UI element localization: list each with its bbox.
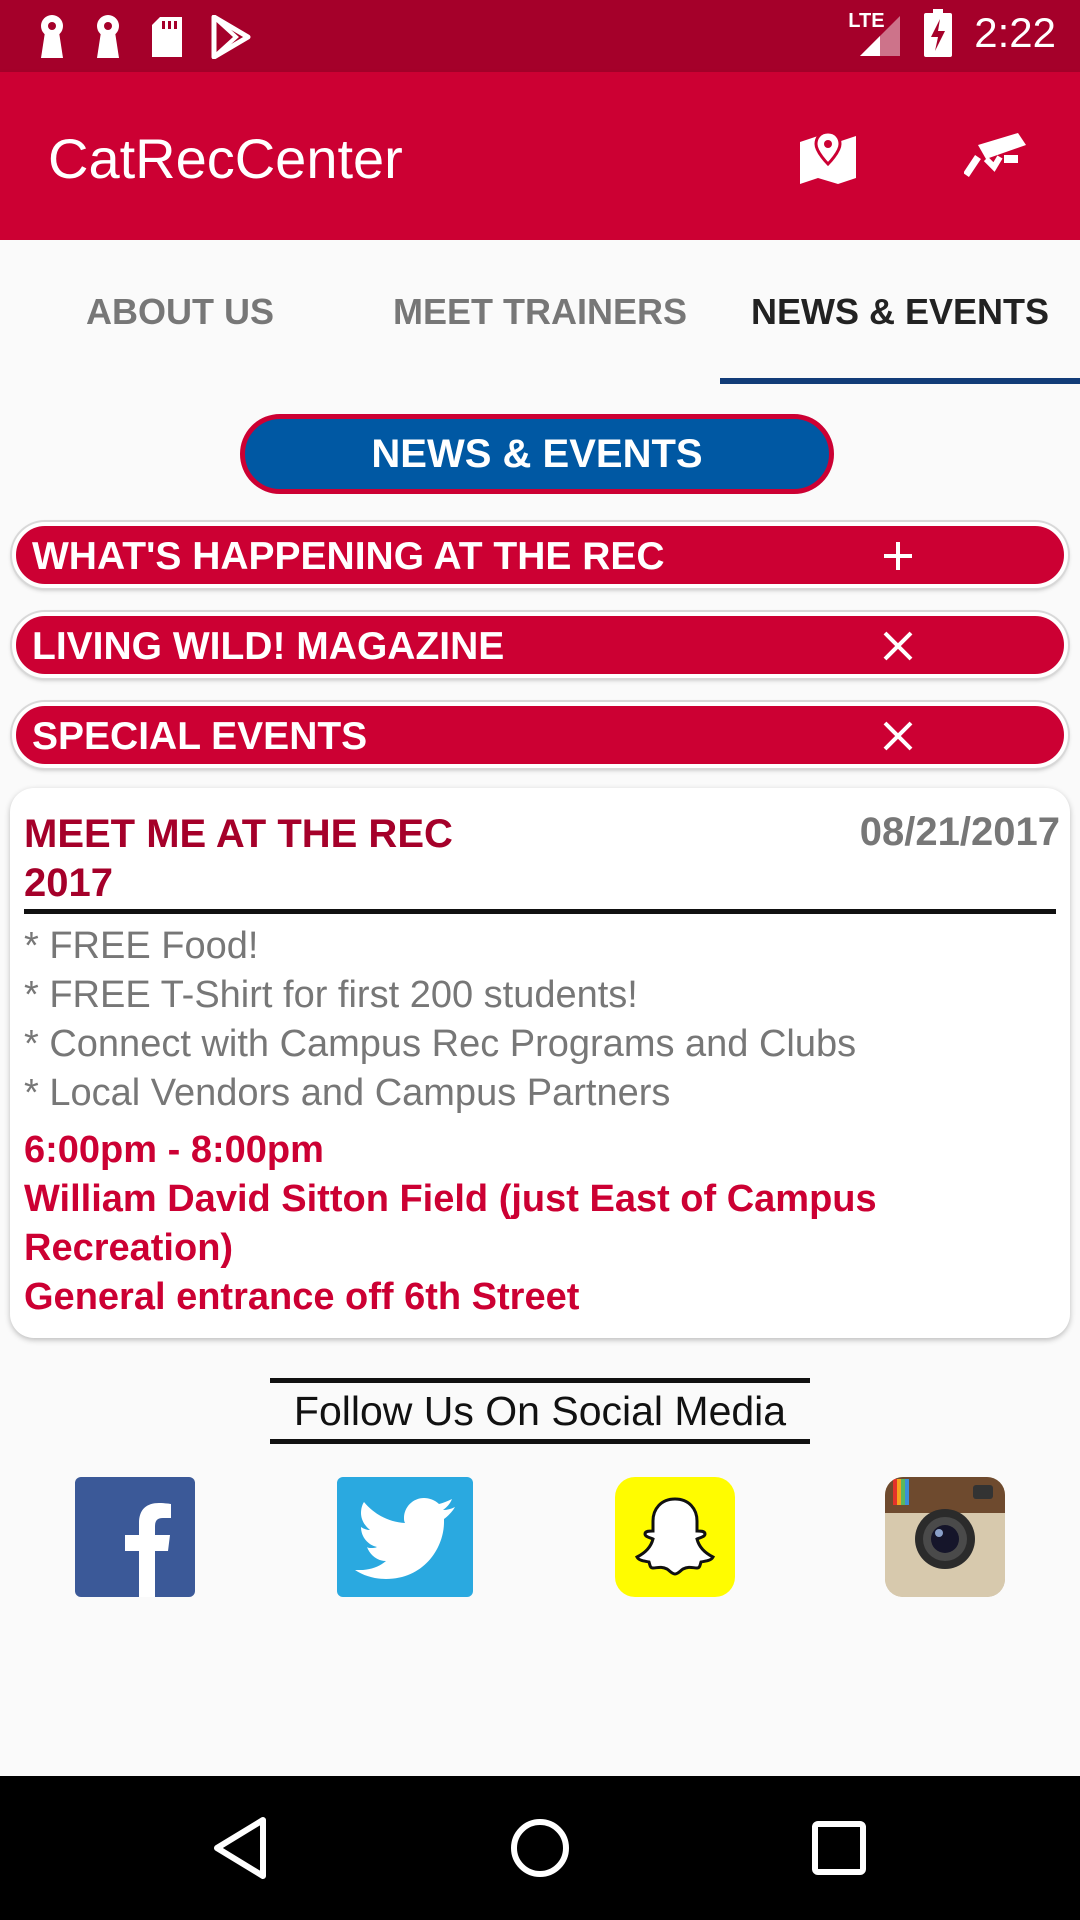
accordion-whats-happening[interactable]: WHAT'S HAPPENING AT THE REC [12,522,1068,588]
tab-about-us[interactable]: ABOUT US [0,240,360,384]
event-location: William David Sitton Field (just East of… [24,1178,877,1269]
navigation-bar [0,1776,1080,1920]
instagram-icon [885,1477,1005,1597]
map-button[interactable] [788,116,868,196]
keyhole-icon [97,15,119,58]
status-bar: LTE 2:22 [0,0,1080,72]
accordion-living-wild-magazine[interactable]: LIVING WILD! MAGAZINE [12,612,1068,678]
event-entrance: General entrance off 6th Street [24,1276,580,1318]
camera-button[interactable] [956,116,1036,196]
close-icon [883,721,913,751]
close-icon [883,631,913,661]
event-bullet: * Connect with Campus Rec Programs and C… [24,1023,857,1065]
event-card: MEET ME AT THE REC 2017 08/21/2017 * FRE… [10,788,1070,1338]
tab-indicator [720,378,1080,384]
event-bullet: * Local Vendors and Campus Partners [24,1072,671,1114]
snapchat-icon [634,1497,716,1576]
twitter-icon [355,1498,455,1579]
plus-icon [884,542,912,570]
home-icon[interactable] [504,1812,576,1884]
keyhole-icon [41,15,63,58]
sd-card-icon [152,17,182,57]
facebook-link[interactable] [75,1477,195,1597]
divider [24,909,1056,914]
event-description: * FREE Food! * FREE T-Shirt for first 20… [24,922,856,1118]
instagram-link[interactable] [885,1477,1005,1597]
tab-bar: ABOUT US MEET TRAINERS NEWS & EVENTS [0,240,1080,384]
battery-charging-icon [924,9,953,57]
app-title: CatRecCenter [48,127,403,190]
camera-icon [964,133,1026,177]
accordion-label: LIVING WILD! MAGAZINE [32,625,505,668]
event-title: MEET ME AT THE REC 2017 [24,812,453,905]
event-bullet: * FREE T-Shirt for first 200 students! [24,974,638,1016]
accordion-special-events[interactable]: SPECIAL EVENTS [12,702,1068,768]
event-date: 08/21/2017 [859,810,1060,854]
accordion-label: WHAT'S HAPPENING AT THE REC [32,535,665,578]
signal-icon: LTE [846,8,902,58]
twitter-link[interactable] [337,1477,473,1597]
event-time: 6:00pm - 8:00pm [24,1129,324,1171]
event-bullet: * FREE Food! [24,925,259,967]
recents-icon[interactable] [803,1812,875,1884]
event-details: 6:00pm - 8:00pm William David Sitton Fie… [24,1126,1024,1322]
play-store-icon [211,15,251,59]
facebook-icon [125,1503,171,1597]
map-icon [800,130,856,184]
tab-meet-trainers[interactable]: MEET TRAINERS [360,240,720,384]
accordion-label: SPECIAL EVENTS [32,715,368,758]
clock: 2:22 [974,9,1056,56]
section-title: NEWS & EVENTS [240,414,834,494]
app-bar: CatRecCenter [0,72,1080,240]
snapchat-link[interactable] [615,1477,735,1597]
tab-news-events[interactable]: NEWS & EVENTS [720,240,1080,384]
back-icon[interactable] [205,1812,277,1884]
social-heading: Follow Us On Social Media [270,1378,810,1444]
